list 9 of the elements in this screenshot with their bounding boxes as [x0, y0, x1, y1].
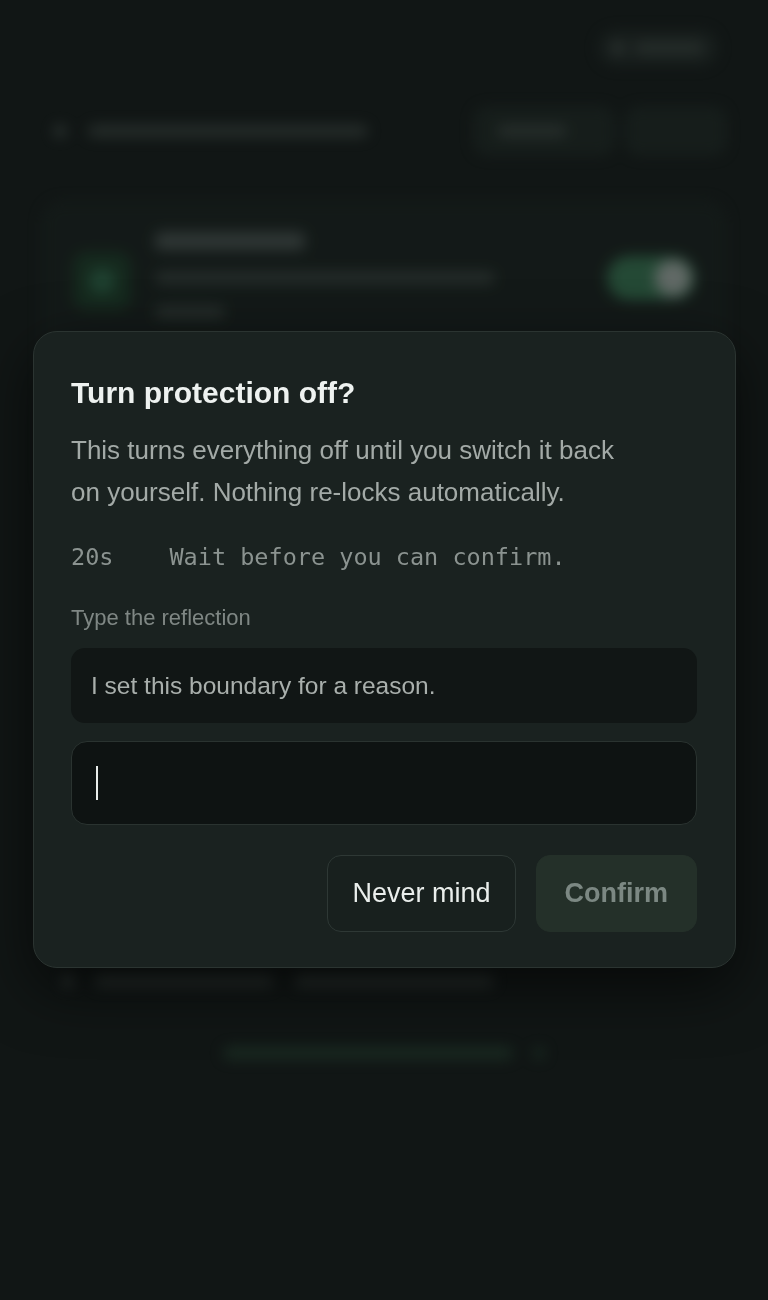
countdown-timer: 20s — [71, 542, 114, 573]
countdown-hint: Wait before you can confirm. — [169, 542, 566, 573]
reflection-phrase: I set this boundary for a reason. — [71, 648, 697, 723]
dialog-message: This turns everything off until you switch it back on yourself. Nothing re-locks automatically. — [71, 434, 615, 509]
cancel-button[interactable]: Never mind — [327, 855, 516, 932]
reflection-label: Type the reflection — [71, 605, 252, 631]
text-caret-icon — [96, 766, 98, 800]
dialog-title: Turn protection off? — [71, 375, 357, 411]
reflection-input-field[interactable] — [71, 741, 697, 825]
